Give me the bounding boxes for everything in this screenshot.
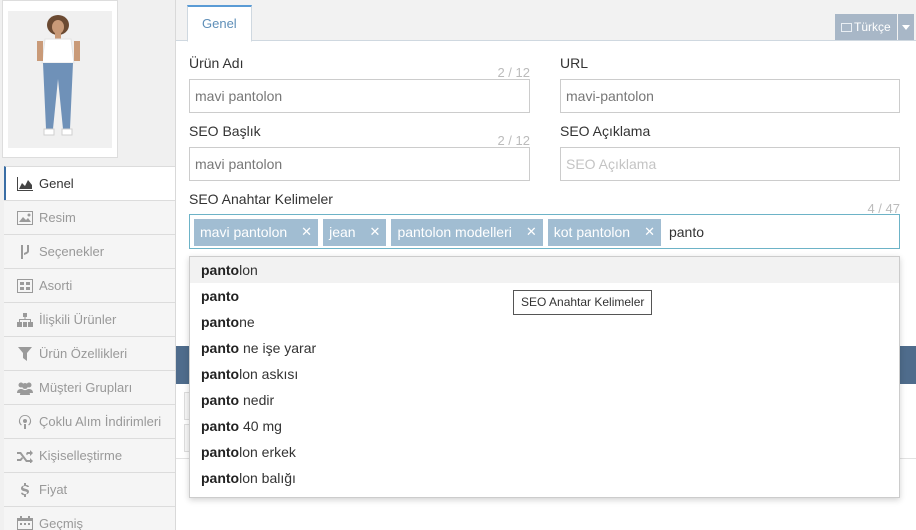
seo-description-label: SEO Açıklama <box>560 123 651 139</box>
language-dropdown-toggle[interactable] <box>898 14 914 40</box>
sidebar-item-label: Geçmiş <box>39 515 84 530</box>
suggestion-match: panto <box>201 314 240 330</box>
suggestion-item[interactable]: pantolon erkek <box>190 439 899 465</box>
grid-icon <box>16 278 34 294</box>
keyword-tag: kot pantolon ✕ <box>547 218 661 246</box>
suggestion-match: panto <box>201 470 240 486</box>
suggestion-item[interactable]: panto nedir <box>190 387 899 413</box>
dollar-icon <box>16 482 34 498</box>
suggestion-rest: lon balığı <box>239 470 296 486</box>
tab-bar: Genel Türkçe <box>176 0 916 42</box>
suggestion-match: panto <box>201 392 240 408</box>
suggestion-rest: ne <box>239 314 255 330</box>
suggestion-item[interactable]: panto ne işe yarar <box>190 335 899 361</box>
remove-tag-icon[interactable]: ✕ <box>370 224 381 240</box>
sidebar-item-resim[interactable]: Resim <box>4 200 175 234</box>
filter-icon <box>16 346 34 362</box>
tooltip: SEO Anahtar Kelimeler <box>513 290 653 315</box>
sidebar-item-label: Müşteri Grupları <box>39 380 133 395</box>
calendar-icon <box>16 515 34 530</box>
suggestion-match: panto <box>201 366 240 382</box>
sidebar-item-label: Ürün Özellikleri <box>39 346 128 361</box>
suggestion-rest: 40 mg <box>239 418 282 434</box>
tag-label: pantolon modelleri <box>397 224 512 240</box>
suggestion-item[interactable]: panto 40 mg <box>190 413 899 439</box>
seo-title-counter: 2 / 12 <box>497 133 530 148</box>
seo-title-label: SEO Başlık <box>189 123 261 139</box>
suggestion-rest: ne işe yarar <box>239 340 317 356</box>
sidebar-item-label: Kişiselleştirme <box>39 448 123 463</box>
sidebar-item-label: Fiyat <box>39 482 68 497</box>
seo-title-input[interactable] <box>189 147 530 181</box>
sidebar-item-gecmis[interactable]: Geçmiş <box>4 506 175 530</box>
sitemap-icon <box>16 312 34 328</box>
product-thumbnail[interactable] <box>8 11 112 148</box>
sidebar-item-label: Asorti <box>39 278 73 293</box>
suggestion-match: panto <box>201 444 240 460</box>
sidebar-item-urun-ozellikleri[interactable]: Ürün Özellikleri <box>4 336 175 370</box>
product-edit-page: Genel Resim Seçenekler Asorti İlişkili Ü… <box>0 0 916 530</box>
sidebar-item-coklu-alim-indirimleri[interactable]: Çoklu Alım İndirimleri <box>4 404 175 438</box>
product-name-input[interactable] <box>189 79 530 113</box>
keyword-tag: pantolon modelleri ✕ <box>391 218 543 246</box>
flag-icon <box>841 23 852 32</box>
sidebar-item-genel[interactable]: Genel <box>4 166 175 200</box>
seo-keywords-label: SEO Anahtar Kelimeler <box>189 191 333 207</box>
left-panel: Genel Resim Seçenekler Asorti İlişkili Ü… <box>0 0 176 530</box>
tag-label: kot pantolon <box>553 224 631 240</box>
tab-genel[interactable]: Genel <box>187 5 252 42</box>
podcast-icon <box>16 414 34 430</box>
sidebar-item-secenekler[interactable]: Seçenekler <box>4 234 175 268</box>
area-chart-icon <box>16 176 34 192</box>
suggestion-item[interactable]: pantolon askısı <box>190 361 899 387</box>
tag-label: mavi pantolon <box>200 224 288 240</box>
suggestion-item[interactable]: pantolon <box>190 257 899 283</box>
sidebar-item-label: Genel <box>39 176 74 191</box>
language-button[interactable]: Türkçe <box>835 14 897 40</box>
sidebar-item-kisisellestirme[interactable]: Kişiselleştirme <box>4 438 175 472</box>
seo-description-input[interactable] <box>560 147 900 181</box>
product-image-card <box>2 0 118 158</box>
keyword-tags: mavi pantolon ✕ jean ✕ pantolon modelleri ✕… <box>194 218 704 246</box>
sidebar-item-label: İlişkili Ürünler <box>39 312 117 327</box>
keyword-tag: jean ✕ <box>323 218 387 246</box>
suggestion-match: panto <box>201 418 240 434</box>
sidebar-item-iliskili-urunler[interactable]: İlişkili Ürünler <box>4 302 175 336</box>
sidebar-item-asorti[interactable]: Asorti <box>4 268 175 302</box>
keyword-tag: mavi pantolon ✕ <box>194 218 319 246</box>
remove-tag-icon[interactable]: ✕ <box>644 224 655 240</box>
suggestion-match: panto <box>201 288 240 304</box>
image-icon <box>16 210 34 226</box>
suggestion-match: panto <box>201 340 240 356</box>
sidebar-item-fiyat[interactable]: Fiyat <box>4 472 175 506</box>
main-content: Genel Türkçe Ürün Adı 2 / 12 URL SEO Baş… <box>176 0 916 530</box>
url-label: URL <box>560 55 589 71</box>
product-name-counter: 2 / 12 <box>497 65 530 80</box>
suggestion-rest: lon erkek <box>239 444 296 460</box>
suggestion-rest: nedir <box>239 392 275 408</box>
sidebar-item-label: Çoklu Alım İndirimleri <box>39 414 162 429</box>
sidebar-item-musteri-gruplari[interactable]: Müşteri Grupları <box>4 370 175 404</box>
suggestion-match: panto <box>201 262 240 278</box>
language-label: Türkçe <box>854 20 891 34</box>
remove-tag-icon[interactable]: ✕ <box>526 224 537 240</box>
suggestion-rest: lon <box>239 262 258 278</box>
product-name-label: Ürün Adı <box>189 55 244 71</box>
suggestion-item[interactable]: pantolon balığı <box>190 465 899 491</box>
sidebar-item-label: Seçenekler <box>39 244 105 259</box>
url-input[interactable] <box>560 79 900 113</box>
keyword-typing-input[interactable]: panto <box>669 224 704 240</box>
side-menu: Genel Resim Seçenekler Asorti İlişkili Ü… <box>4 166 175 530</box>
shuffle-icon <box>16 448 34 464</box>
users-icon <box>16 380 34 396</box>
sidebar-item-label: Resim <box>39 210 76 225</box>
branch-icon <box>16 244 34 260</box>
seo-keywords-tag-input[interactable]: mavi pantolon ✕ jean ✕ pantolon modelleri ✕… <box>189 214 900 249</box>
tag-label: jean <box>329 224 356 240</box>
remove-tag-icon[interactable]: ✕ <box>301 224 312 240</box>
suggestion-rest: lon askısı <box>239 366 299 382</box>
